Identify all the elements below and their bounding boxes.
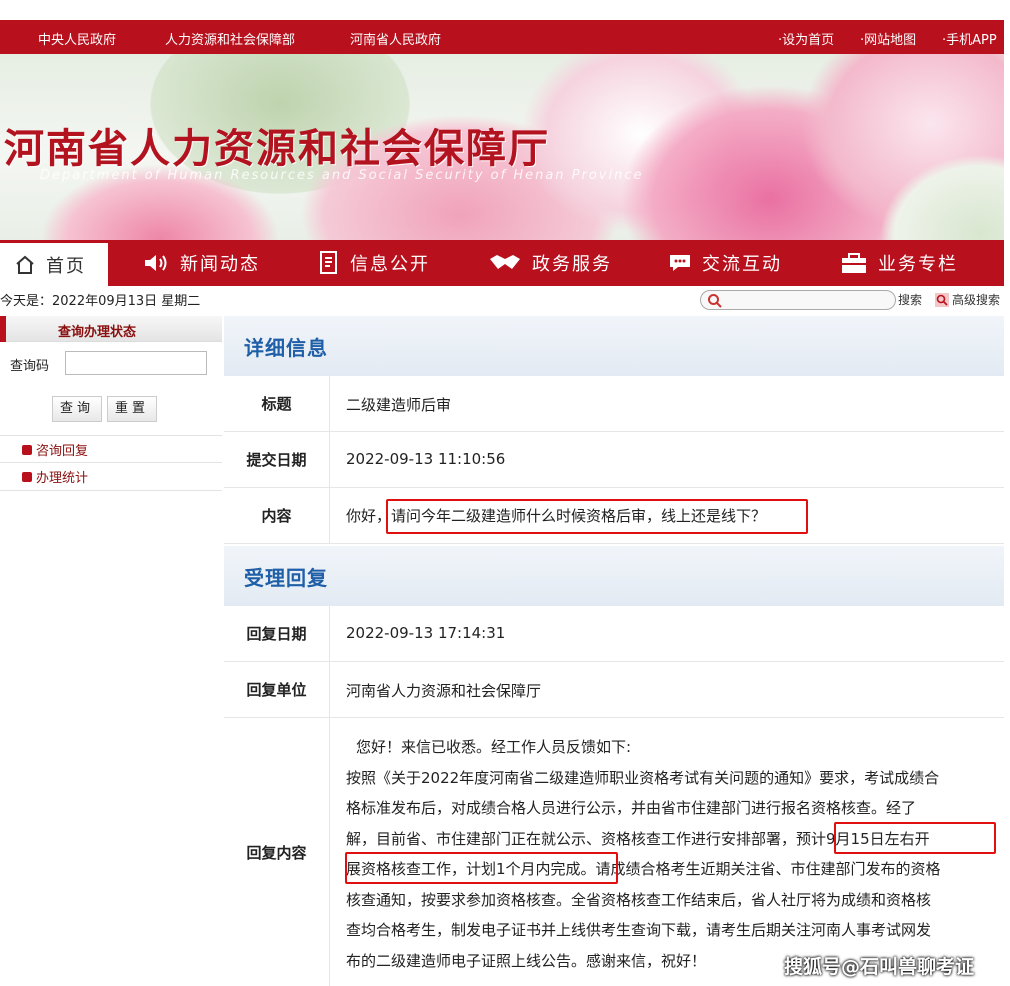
- advanced-search-button[interactable]: 高级搜索: [935, 291, 1000, 308]
- detail-section-header: 详细信息: [224, 316, 1004, 376]
- question-highlight-box: [386, 499, 808, 534]
- sidebar-divider: [0, 490, 222, 491]
- link-mohrss[interactable]: 人力资源和社会保障部: [165, 29, 295, 48]
- nav-business-column-label: 业务专栏: [878, 254, 958, 275]
- nav-interaction-label: 交流互动: [702, 254, 782, 275]
- main-nav: 首页 新闻动态 信息公开 政务服务 交流互动 业务专栏: [0, 240, 1004, 286]
- plan-highlight-box: [345, 852, 618, 884]
- site-title: 河南省人力资源和社会保障厅: [4, 125, 550, 172]
- nav-business-column[interactable]: 业务专栏: [840, 240, 958, 286]
- reply-date-label: 回复日期: [224, 606, 330, 661]
- link-central-gov[interactable]: 中央人民政府: [38, 29, 116, 48]
- reply-section-header: 受理回复: [224, 546, 1004, 606]
- nav-home[interactable]: 首页: [0, 240, 108, 286]
- sidebar-header: 查询办理状态: [0, 316, 222, 342]
- submit-date-label: 提交日期: [224, 432, 330, 487]
- nav-gov-service[interactable]: 政务服务: [488, 240, 612, 286]
- detail-date-row: 提交日期 2022-09-13 11:10:56: [224, 432, 1004, 488]
- nav-info-public[interactable]: 信息公开: [318, 240, 430, 286]
- query-button[interactable]: 查询: [52, 396, 102, 422]
- reply-line: 按照《关于2022年度河南省二级建造师职业资格考试有关问题的通知》要求，考试成绩…: [346, 768, 940, 787]
- reply-greeting: 您好！来信已收悉。经工作人员反馈如下:: [356, 738, 632, 756]
- submit-date-value: 2022-09-13 11:10:56: [346, 450, 506, 468]
- site-banner: 河南省人力资源和社会保障厅 Department of Human Resour…: [0, 54, 1004, 240]
- nav-news-label: 新闻动态: [180, 254, 260, 275]
- sidebar-divider: [0, 435, 222, 436]
- sidebar-title: 查询办理状态: [58, 325, 137, 340]
- title-label: 标题: [224, 376, 330, 431]
- nav-gov-service-label: 政务服务: [532, 254, 612, 275]
- reply-line: 核查通知，按要求参加资格核查。全省资格核查工作结束后，省人社厅将为成绩和资格核: [346, 890, 932, 909]
- title-value: 二级建造师后审: [346, 396, 452, 414]
- reset-button[interactable]: 重置: [107, 396, 157, 422]
- chat-icon: [670, 255, 690, 271]
- content-label: 内容: [224, 488, 330, 543]
- sidebar-link-consult-reply[interactable]: 咨询回复: [22, 440, 88, 459]
- sidebar-link-statistics[interactable]: 办理统计: [22, 467, 88, 486]
- content-greeting: 你好，: [346, 507, 392, 525]
- sidebar-divider: [0, 462, 222, 463]
- briefcase-icon: [842, 253, 866, 273]
- search-button[interactable]: 搜索: [898, 291, 922, 308]
- search-icon: [708, 294, 722, 308]
- reply-heading: 受理回复: [244, 566, 328, 590]
- site-subtitle: Department of Human Resources and Social…: [40, 168, 644, 183]
- link-set-homepage[interactable]: ·设为首页: [778, 29, 834, 48]
- reply-line: 格标准发布后，对成绩合格人员进行公示，并由省市住建部门进行报名资格核查。经了: [346, 799, 917, 817]
- detail-heading: 详细信息: [244, 336, 328, 360]
- link-henan-gov[interactable]: 河南省人民政府: [350, 29, 441, 48]
- reply-content-label: 回复内容: [224, 718, 330, 986]
- detail-title-row: 标题 二级建造师后审: [224, 376, 1004, 432]
- nav-news[interactable]: 新闻动态: [142, 240, 260, 286]
- magnifier-icon: [935, 292, 949, 307]
- advanced-search-label: 高级搜索: [952, 293, 1001, 307]
- date-highlight-box: [834, 822, 996, 854]
- link-mobile-app[interactable]: ·手机APP: [942, 29, 997, 48]
- handshake-icon: [490, 255, 520, 269]
- nav-info-public-label: 信息公开: [350, 254, 430, 275]
- reply-date-row: 回复日期 2022-09-13 17:14:31: [224, 606, 1004, 662]
- home-icon: [16, 255, 34, 274]
- speaker-icon: [145, 255, 167, 271]
- sidebar-link-label: 咨询回复: [36, 444, 89, 459]
- link-site-map[interactable]: ·网站地图: [860, 29, 916, 48]
- reply-unit-label: 回复单位: [224, 662, 330, 717]
- document-icon: [320, 251, 337, 274]
- search-input[interactable]: [700, 290, 896, 310]
- nav-home-label: 首页: [46, 255, 86, 277]
- reply-unit-value: 河南省人力资源和社会保障厅: [346, 682, 542, 700]
- query-code-label: 查询码: [10, 359, 50, 374]
- sidebar-header-marker: [0, 316, 6, 342]
- bullet-icon: [22, 444, 32, 455]
- bullet-icon: [22, 471, 32, 482]
- top-link-bar: 中央人民政府 人力资源和社会保障部 河南省人民政府 ·设为首页 ·网站地图 ·手…: [0, 20, 1004, 54]
- watermark: 搜狐号@石叫兽聊考证: [784, 956, 975, 978]
- reply-date-value: 2022-09-13 17:14:31: [346, 624, 506, 642]
- query-code-input[interactable]: [65, 351, 207, 375]
- reply-line: 查均合格考生，制发电子证书并上线供考生查询下载，请考生后期关注河南人事考试网发: [346, 921, 932, 939]
- right-edge: [1004, 0, 1010, 986]
- current-date: 今天是：2022年09月13日 星期二: [0, 294, 201, 309]
- reply-unit-row: 回复单位 河南省人力资源和社会保障厅: [224, 662, 1004, 718]
- sidebar-link-label: 办理统计: [36, 471, 89, 486]
- nav-interaction[interactable]: 交流互动: [668, 240, 782, 286]
